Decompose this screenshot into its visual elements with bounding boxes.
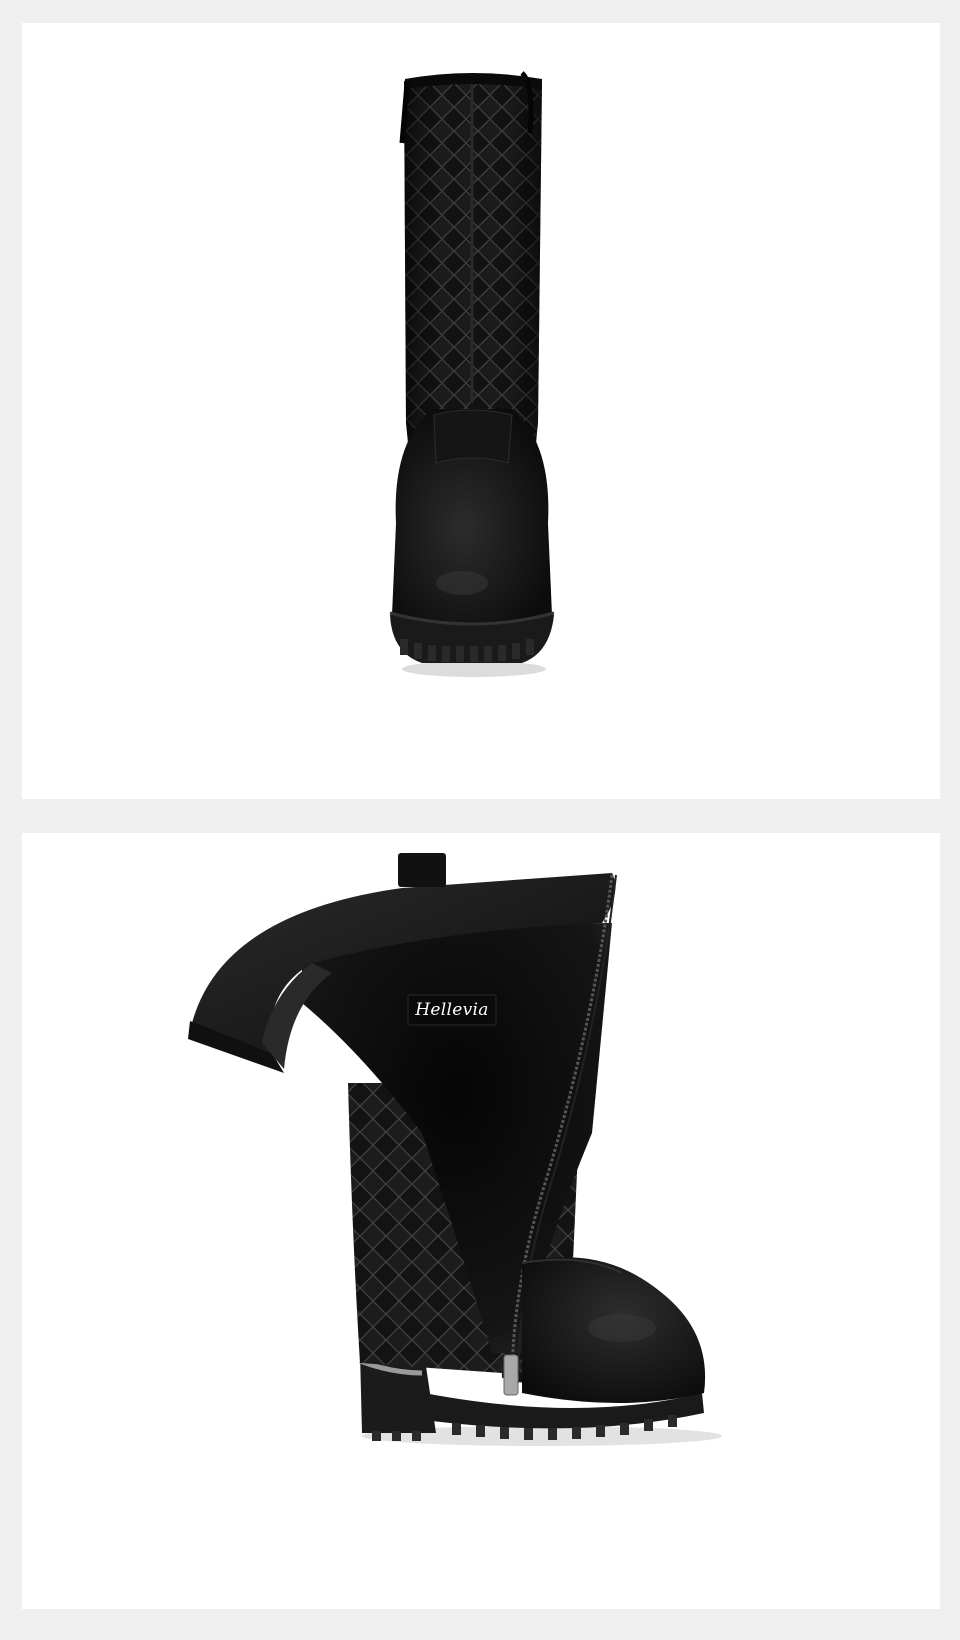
boot-side-illustration <box>188 853 722 1446</box>
boot-front-illustration <box>389 71 555 677</box>
brand-label: Hellevia <box>415 1000 489 1020</box>
product-image-side-open: Hellevia <box>22 833 940 1609</box>
product-image-front <box>22 23 940 799</box>
